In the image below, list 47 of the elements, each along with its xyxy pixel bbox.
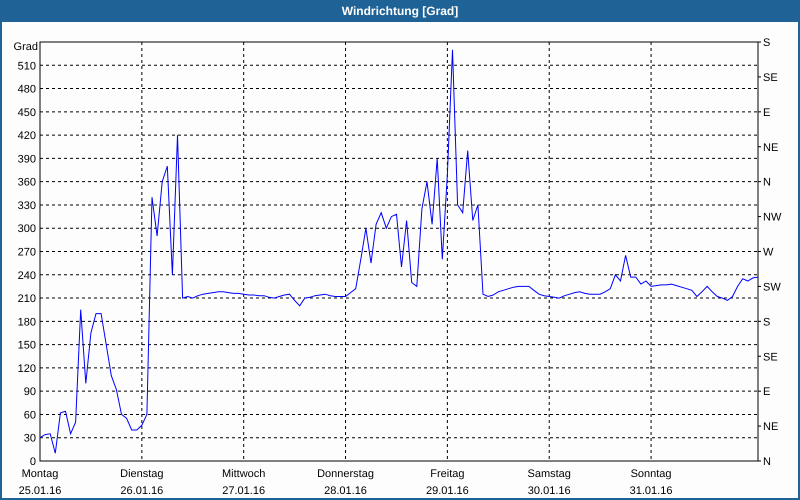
y-axis-label: 480 xyxy=(18,84,36,96)
y-axis-label: 0 xyxy=(30,456,36,468)
compass-label: N xyxy=(763,456,771,468)
date-label: 27.01.16 xyxy=(222,485,266,497)
compass-label: SW xyxy=(763,281,781,294)
compass-label: S xyxy=(763,37,770,49)
y-axis-label: 420 xyxy=(18,130,36,142)
compass-label: SE xyxy=(763,351,778,364)
y-axis-label: 510 xyxy=(18,60,36,72)
date-label: 26.01.16 xyxy=(120,485,164,497)
y-axis-title: Grad xyxy=(14,41,38,53)
y-axis-label: 360 xyxy=(18,176,36,189)
date-label: 28.01.16 xyxy=(324,485,367,497)
compass-label: NE xyxy=(763,421,778,434)
y-axis-label: 330 xyxy=(18,200,36,212)
y-axis-label: 240 xyxy=(18,270,36,282)
day-label: Samstag xyxy=(528,468,571,480)
date-label: 30.01.16 xyxy=(528,485,571,497)
y-axis-label: 150 xyxy=(18,340,36,352)
day-label: Sonntag xyxy=(630,468,672,480)
compass-label: SE xyxy=(763,72,778,84)
y-axis-label: 450 xyxy=(18,106,36,119)
day-label: Donnerstag xyxy=(317,468,374,480)
y-axis-label: 60 xyxy=(24,409,36,422)
day-label: Mittwoch xyxy=(222,468,266,480)
day-label: Dienstag xyxy=(120,468,164,480)
y-axis-label: 90 xyxy=(24,386,36,398)
compass-label: S xyxy=(763,316,770,328)
compass-label: NE xyxy=(763,142,778,154)
compass-label: E xyxy=(763,386,770,398)
y-axis-label: 300 xyxy=(18,223,36,236)
y-axis-label: 210 xyxy=(18,293,36,306)
date-label: 25.01.16 xyxy=(18,485,62,497)
y-axis-label: 390 xyxy=(18,153,36,166)
date-label: 29.01.16 xyxy=(426,485,469,497)
window-title: Windrichtung [Grad] xyxy=(342,3,458,20)
compass-label: NW xyxy=(763,212,782,224)
compass-label: N xyxy=(763,176,771,189)
y-axis-label: 270 xyxy=(18,246,36,258)
compass-label: W xyxy=(763,246,774,258)
day-label: Freitag xyxy=(430,468,464,480)
y-axis-label: 30 xyxy=(24,432,36,445)
compass-label: E xyxy=(763,106,770,119)
y-axis-label: 120 xyxy=(18,362,36,375)
y-axis-label: 180 xyxy=(18,316,36,328)
day-label: Montag xyxy=(22,468,58,480)
date-label: 31.01.16 xyxy=(630,485,672,497)
